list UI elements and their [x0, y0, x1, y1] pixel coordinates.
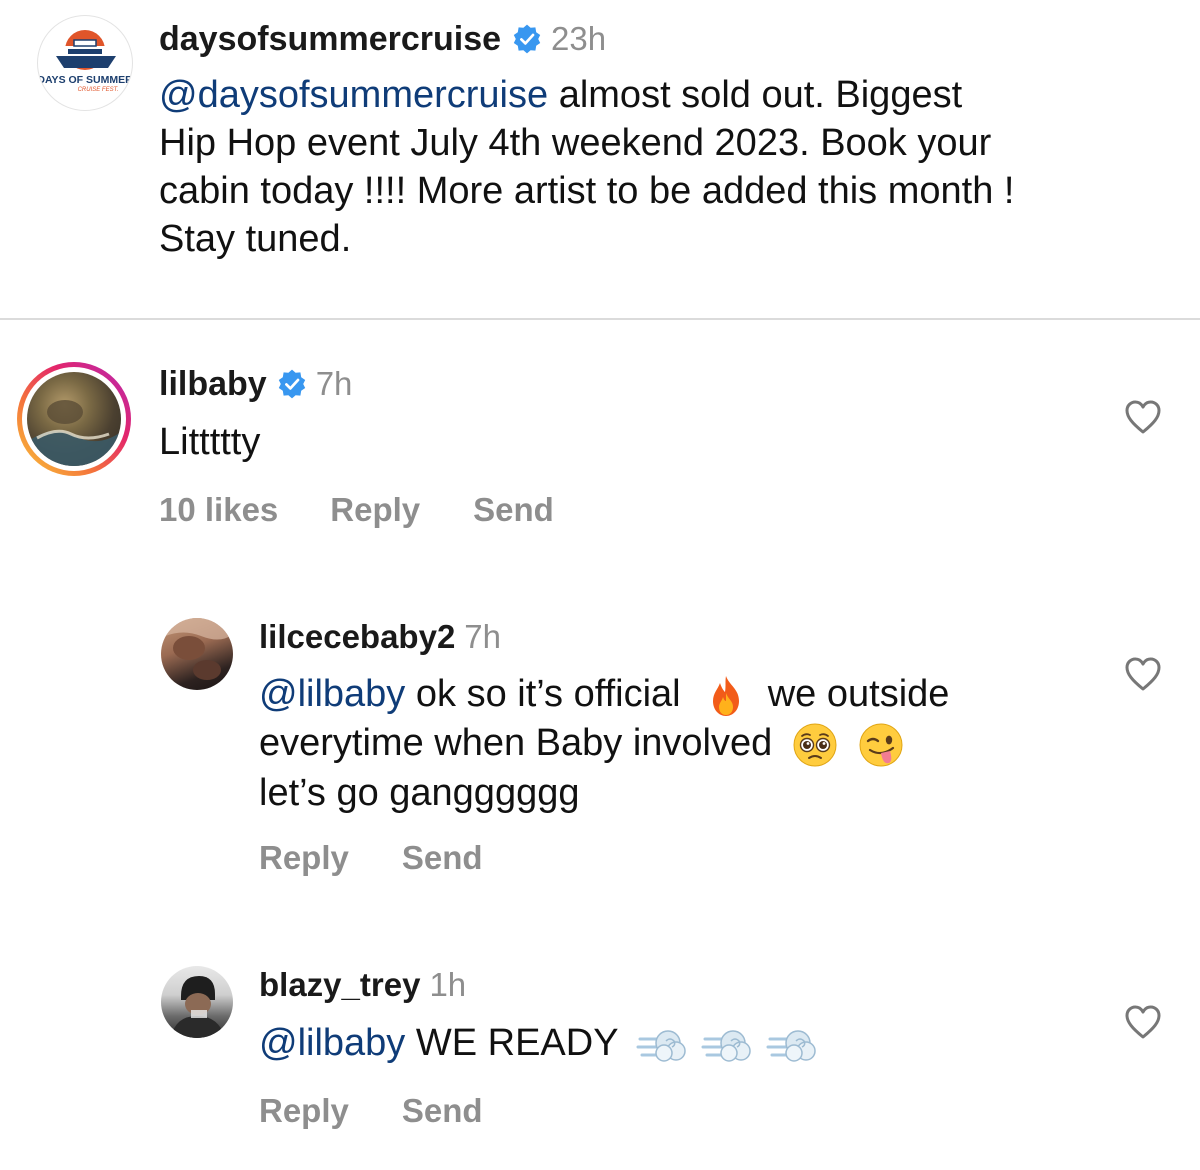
caption-line: Stay tuned.: [159, 218, 352, 260]
heart-outline-icon[interactable]: [1124, 656, 1162, 692]
send-button[interactable]: Send: [473, 491, 554, 529]
caption-line: Hip Hop event July 4th weekend 2023. Boo…: [159, 122, 992, 164]
send-button[interactable]: Send: [402, 1092, 483, 1130]
svg-text:CRUISE FEST.: CRUISE FEST.: [78, 87, 119, 93]
comment-mention[interactable]: @lilbaby: [259, 673, 405, 715]
verified-badge-icon: [511, 23, 543, 55]
comment-actions: Reply Send: [259, 839, 483, 877]
caption-mention[interactable]: @daysofsummercruise: [159, 74, 548, 116]
blazy-trey-avatar[interactable]: [161, 966, 233, 1038]
comment-username[interactable]: lilcecebaby2: [259, 618, 455, 656]
caption-header: daysofsummercruise 23h: [159, 18, 606, 60]
winking-tongue-emoji: [857, 721, 905, 769]
caption-username[interactable]: daysofsummercruise: [159, 20, 501, 59]
comment-time: 7h: [315, 365, 353, 402]
reply-button[interactable]: Reply: [259, 1092, 349, 1130]
likes-count[interactable]: 10 likes: [159, 491, 278, 529]
comment-mention[interactable]: @lilbaby: [259, 1022, 405, 1064]
comment-text: @lilbaby ok so it’s official we outside …: [259, 670, 1099, 817]
caption-line: cabin today !!!! More artist to be added…: [159, 170, 1015, 212]
heart-outline-icon[interactable]: [1124, 399, 1162, 435]
story-ring[interactable]: [17, 362, 131, 476]
reply-button[interactable]: Reply: [259, 839, 349, 877]
svg-text:DAYS OF SUMMER: DAYS OF SUMMER: [38, 74, 132, 86]
comment-header: blazy_trey 1h: [259, 965, 466, 1005]
caption-line: almost sold out. Biggest: [558, 74, 963, 116]
comment-line: ok so it’s official: [415, 673, 681, 715]
cruise-avatar[interactable]: DAYS OF SUMMER CRUISE FEST.: [37, 15, 133, 111]
comment-actions: Reply Send: [259, 1092, 483, 1130]
lilbaby-avatar: [27, 372, 121, 466]
comment-header: lilcecebaby2 7h: [259, 617, 501, 657]
lilcecebaby2-avatar[interactable]: [161, 618, 233, 690]
comment-line: WE READY: [415, 1022, 618, 1064]
comment-time: 1h: [429, 966, 467, 1003]
fire-emoji: [703, 673, 749, 719]
caption-time: 23h: [551, 20, 607, 57]
comment-text: Littttty: [159, 421, 261, 463]
comment-username[interactable]: lilbaby: [159, 365, 267, 404]
heart-outline-icon[interactable]: [1124, 1004, 1162, 1040]
reply-button[interactable]: Reply: [330, 491, 420, 529]
dashing-away-emoji: [636, 1021, 688, 1069]
comment-line: we outside: [767, 673, 950, 715]
comment-line: let’s go gangggggg: [259, 771, 580, 814]
send-button[interactable]: Send: [402, 839, 483, 877]
cruise-logo-icon: DAYS OF SUMMER CRUISE FEST.: [38, 30, 132, 93]
divider: [0, 318, 1200, 320]
comment-line: everytime when Baby involved: [259, 721, 773, 764]
caption-text: @daysofsummercruise almost sold out. Big…: [159, 71, 1194, 263]
comment-text: @lilbaby WE READY: [259, 1019, 818, 1069]
dashing-away-emoji: [766, 1021, 818, 1069]
verified-badge-icon: [276, 368, 308, 400]
dashing-away-emoji: [701, 1021, 753, 1069]
comment-header: lilbaby 7h: [159, 364, 352, 404]
pleading-face-emoji: [791, 721, 839, 769]
comment-time: 7h: [464, 618, 502, 655]
comment-username[interactable]: blazy_trey: [259, 966, 420, 1004]
comment-actions: 10 likes Reply Send: [159, 491, 554, 529]
